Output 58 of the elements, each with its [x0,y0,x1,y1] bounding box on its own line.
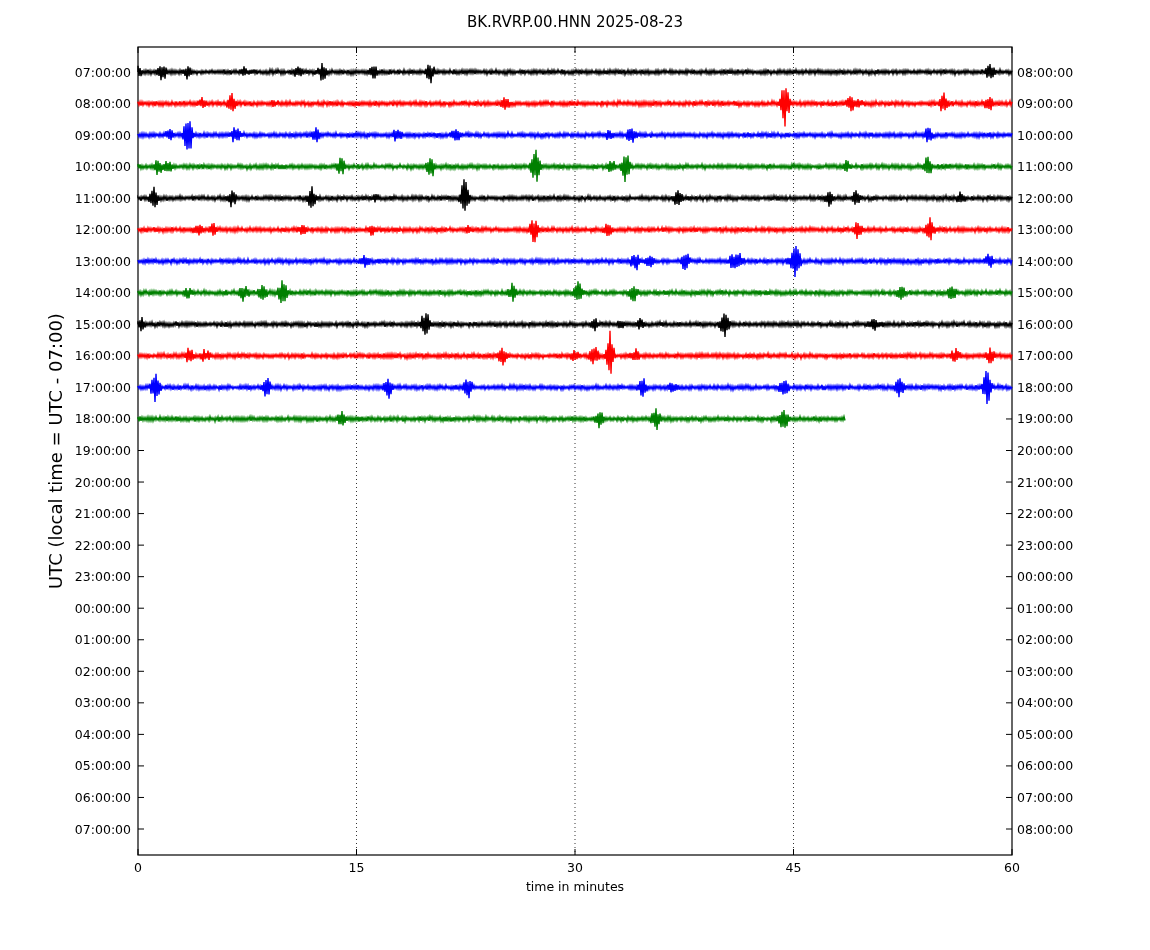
y-tick-label: 01:00:00 [74,632,131,648]
y-tick-label: 12:00:00 [74,222,131,238]
y-tick-label: 21:00:00 [1017,474,1074,490]
y-tick-label: 09:00:00 [74,127,131,143]
x-tick-label: 0 [134,860,142,875]
y-tick-label: 01:00:00 [1017,600,1074,616]
y-tick-label: 21:00:00 [74,506,131,522]
y-tick-label: 02:00:00 [74,663,131,679]
y-tick-label: 08:00:00 [74,96,131,112]
y-tick-label: 16:00:00 [1017,316,1074,332]
y-tick-label: 15:00:00 [74,316,131,332]
x-tick-label: 15 [348,860,365,875]
y-tick-label: 23:00:00 [74,569,131,585]
y-tick-label: 23:00:00 [1017,537,1074,553]
y-tick-label: 04:00:00 [1017,695,1074,711]
y-tick-label: 05:00:00 [1017,726,1074,742]
y-tick-label: 19:00:00 [1017,411,1074,427]
x-tick-label: 30 [567,860,583,875]
y-tick-label: 00:00:00 [1017,569,1074,585]
y-tick-label: 07:00:00 [1017,789,1074,805]
y-tick-label: 17:00:00 [1017,348,1074,364]
y-tick-label: 16:00:00 [74,348,131,364]
y-tick-label: 15:00:00 [1017,285,1074,301]
y-tick-label: 17:00:00 [74,379,131,395]
y-axis-label: UTC (local time = UTC - 07:00) [45,313,66,589]
y-tick-label: 11:00:00 [74,190,131,206]
y-tick-label: 09:00:00 [1017,96,1074,112]
y-tick-label: 00:00:00 [74,600,131,616]
y-tick-label: 06:00:00 [1017,758,1074,774]
y-tick-label: 10:00:00 [1017,127,1074,143]
y-tick-label: 20:00:00 [74,474,131,490]
y-tick-label: 04:00:00 [74,726,131,742]
x-tick-label: 45 [785,860,802,875]
y-tick-label: 22:00:00 [74,537,131,553]
y-tick-label: 18:00:00 [1017,379,1074,395]
y-tick-label: 03:00:00 [74,695,131,711]
x-tick-label: 60 [1004,860,1020,875]
y-tick-label: 08:00:00 [1017,64,1074,80]
y-tick-label: 20:00:00 [1017,443,1074,458]
y-tick-label: 22:00:00 [1017,506,1074,522]
y-tick-label: 11:00:00 [1017,159,1074,175]
plot-title: BK.RVRP.00.HNN 2025-08-23 [466,13,684,31]
y-tick-label: 13:00:00 [74,253,131,269]
y-tick-label: 08:00:00 [1017,821,1074,837]
y-tick-label: 13:00:00 [1017,222,1074,238]
y-tick-label: 07:00:00 [74,821,131,837]
y-tick-label: 14:00:00 [1017,253,1074,269]
y-tick-label: 12:00:00 [1017,190,1074,206]
y-tick-label: 18:00:00 [74,411,131,427]
y-tick-label: 07:00:00 [74,64,131,80]
y-tick-label: 05:00:00 [74,758,131,774]
y-tick-label: 19:00:00 [74,443,131,458]
y-tick-label: 02:00:00 [1017,632,1074,648]
y-tick-label: 10:00:00 [74,159,131,175]
y-tick-label: 14:00:00 [74,285,131,301]
y-tick-label: 06:00:00 [74,789,131,805]
x-axis-label: time in minutes [525,879,625,894]
y-tick-label: 03:00:00 [1017,663,1074,679]
